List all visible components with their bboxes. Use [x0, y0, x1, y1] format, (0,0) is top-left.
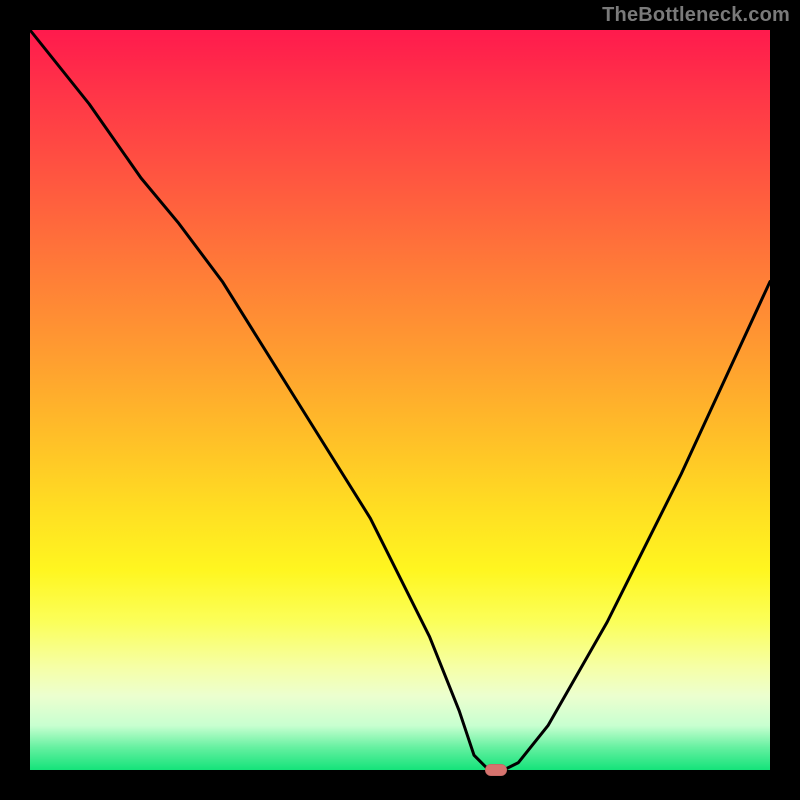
- curve-path: [30, 30, 770, 770]
- bottleneck-curve: [30, 30, 770, 770]
- chart-frame: TheBottleneck.com: [0, 0, 800, 800]
- optimal-marker: [485, 764, 507, 776]
- watermark-text: TheBottleneck.com: [602, 4, 790, 27]
- plot-area: [30, 30, 770, 770]
